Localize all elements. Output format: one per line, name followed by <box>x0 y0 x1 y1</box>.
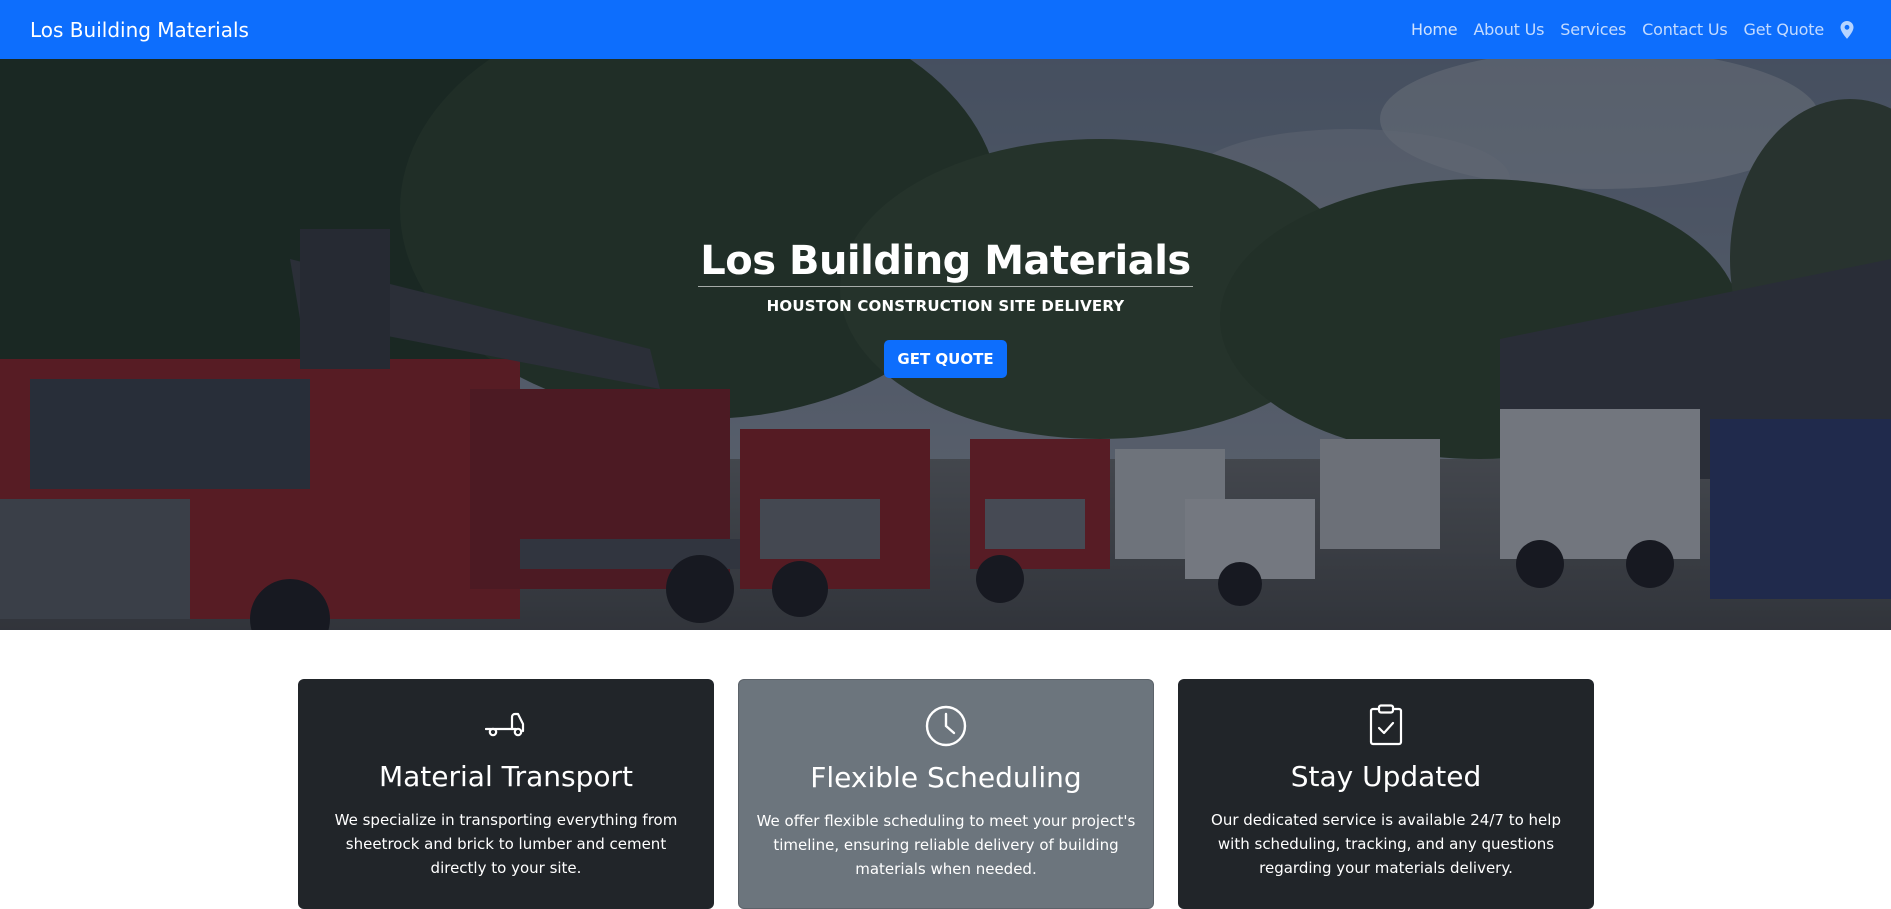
card-title: Material Transport <box>378 760 634 793</box>
nav-link-get-quote[interactable]: Get Quote <box>1736 20 1832 39</box>
clock-icon <box>739 704 1153 748</box>
card-text: We offer flexible scheduling to meet you… <box>756 812 1136 878</box>
get-quote-button[interactable]: GET QUOTE <box>884 340 1007 378</box>
nav-link-services[interactable]: Services <box>1552 20 1634 39</box>
clipboard-check-icon <box>1178 703 1594 747</box>
truck-icon <box>298 703 714 747</box>
card-text: We specialize in transporting everything… <box>334 811 678 877</box>
navbar: Los Building Materials Home About Us Ser… <box>0 0 1891 59</box>
nav-link-contact-us[interactable]: Contact Us <box>1634 20 1735 39</box>
card-title: Flexible Scheduling <box>810 761 1082 794</box>
map-pin-icon[interactable] <box>1832 20 1862 39</box>
card-text: Our dedicated service is available 24/7 … <box>1211 811 1561 877</box>
hero-section: Los Building Materials HOUSTON CONSTRUCT… <box>0 59 1891 630</box>
hero-title: Los Building Materials <box>698 237 1193 287</box>
card-title: Stay Updated <box>1290 760 1482 793</box>
nav-link-home[interactable]: Home <box>1403 20 1465 39</box>
hero-content: Los Building Materials HOUSTON CONSTRUCT… <box>0 237 1891 378</box>
nav-link-about-us[interactable]: About Us <box>1465 20 1552 39</box>
hero-subtitle: HOUSTON CONSTRUCTION SITE DELIVERY <box>766 297 1125 315</box>
nav-links: Home About Us Services Contact Us Get Qu… <box>1403 20 1862 39</box>
navbar-brand[interactable]: Los Building Materials <box>30 18 249 42</box>
